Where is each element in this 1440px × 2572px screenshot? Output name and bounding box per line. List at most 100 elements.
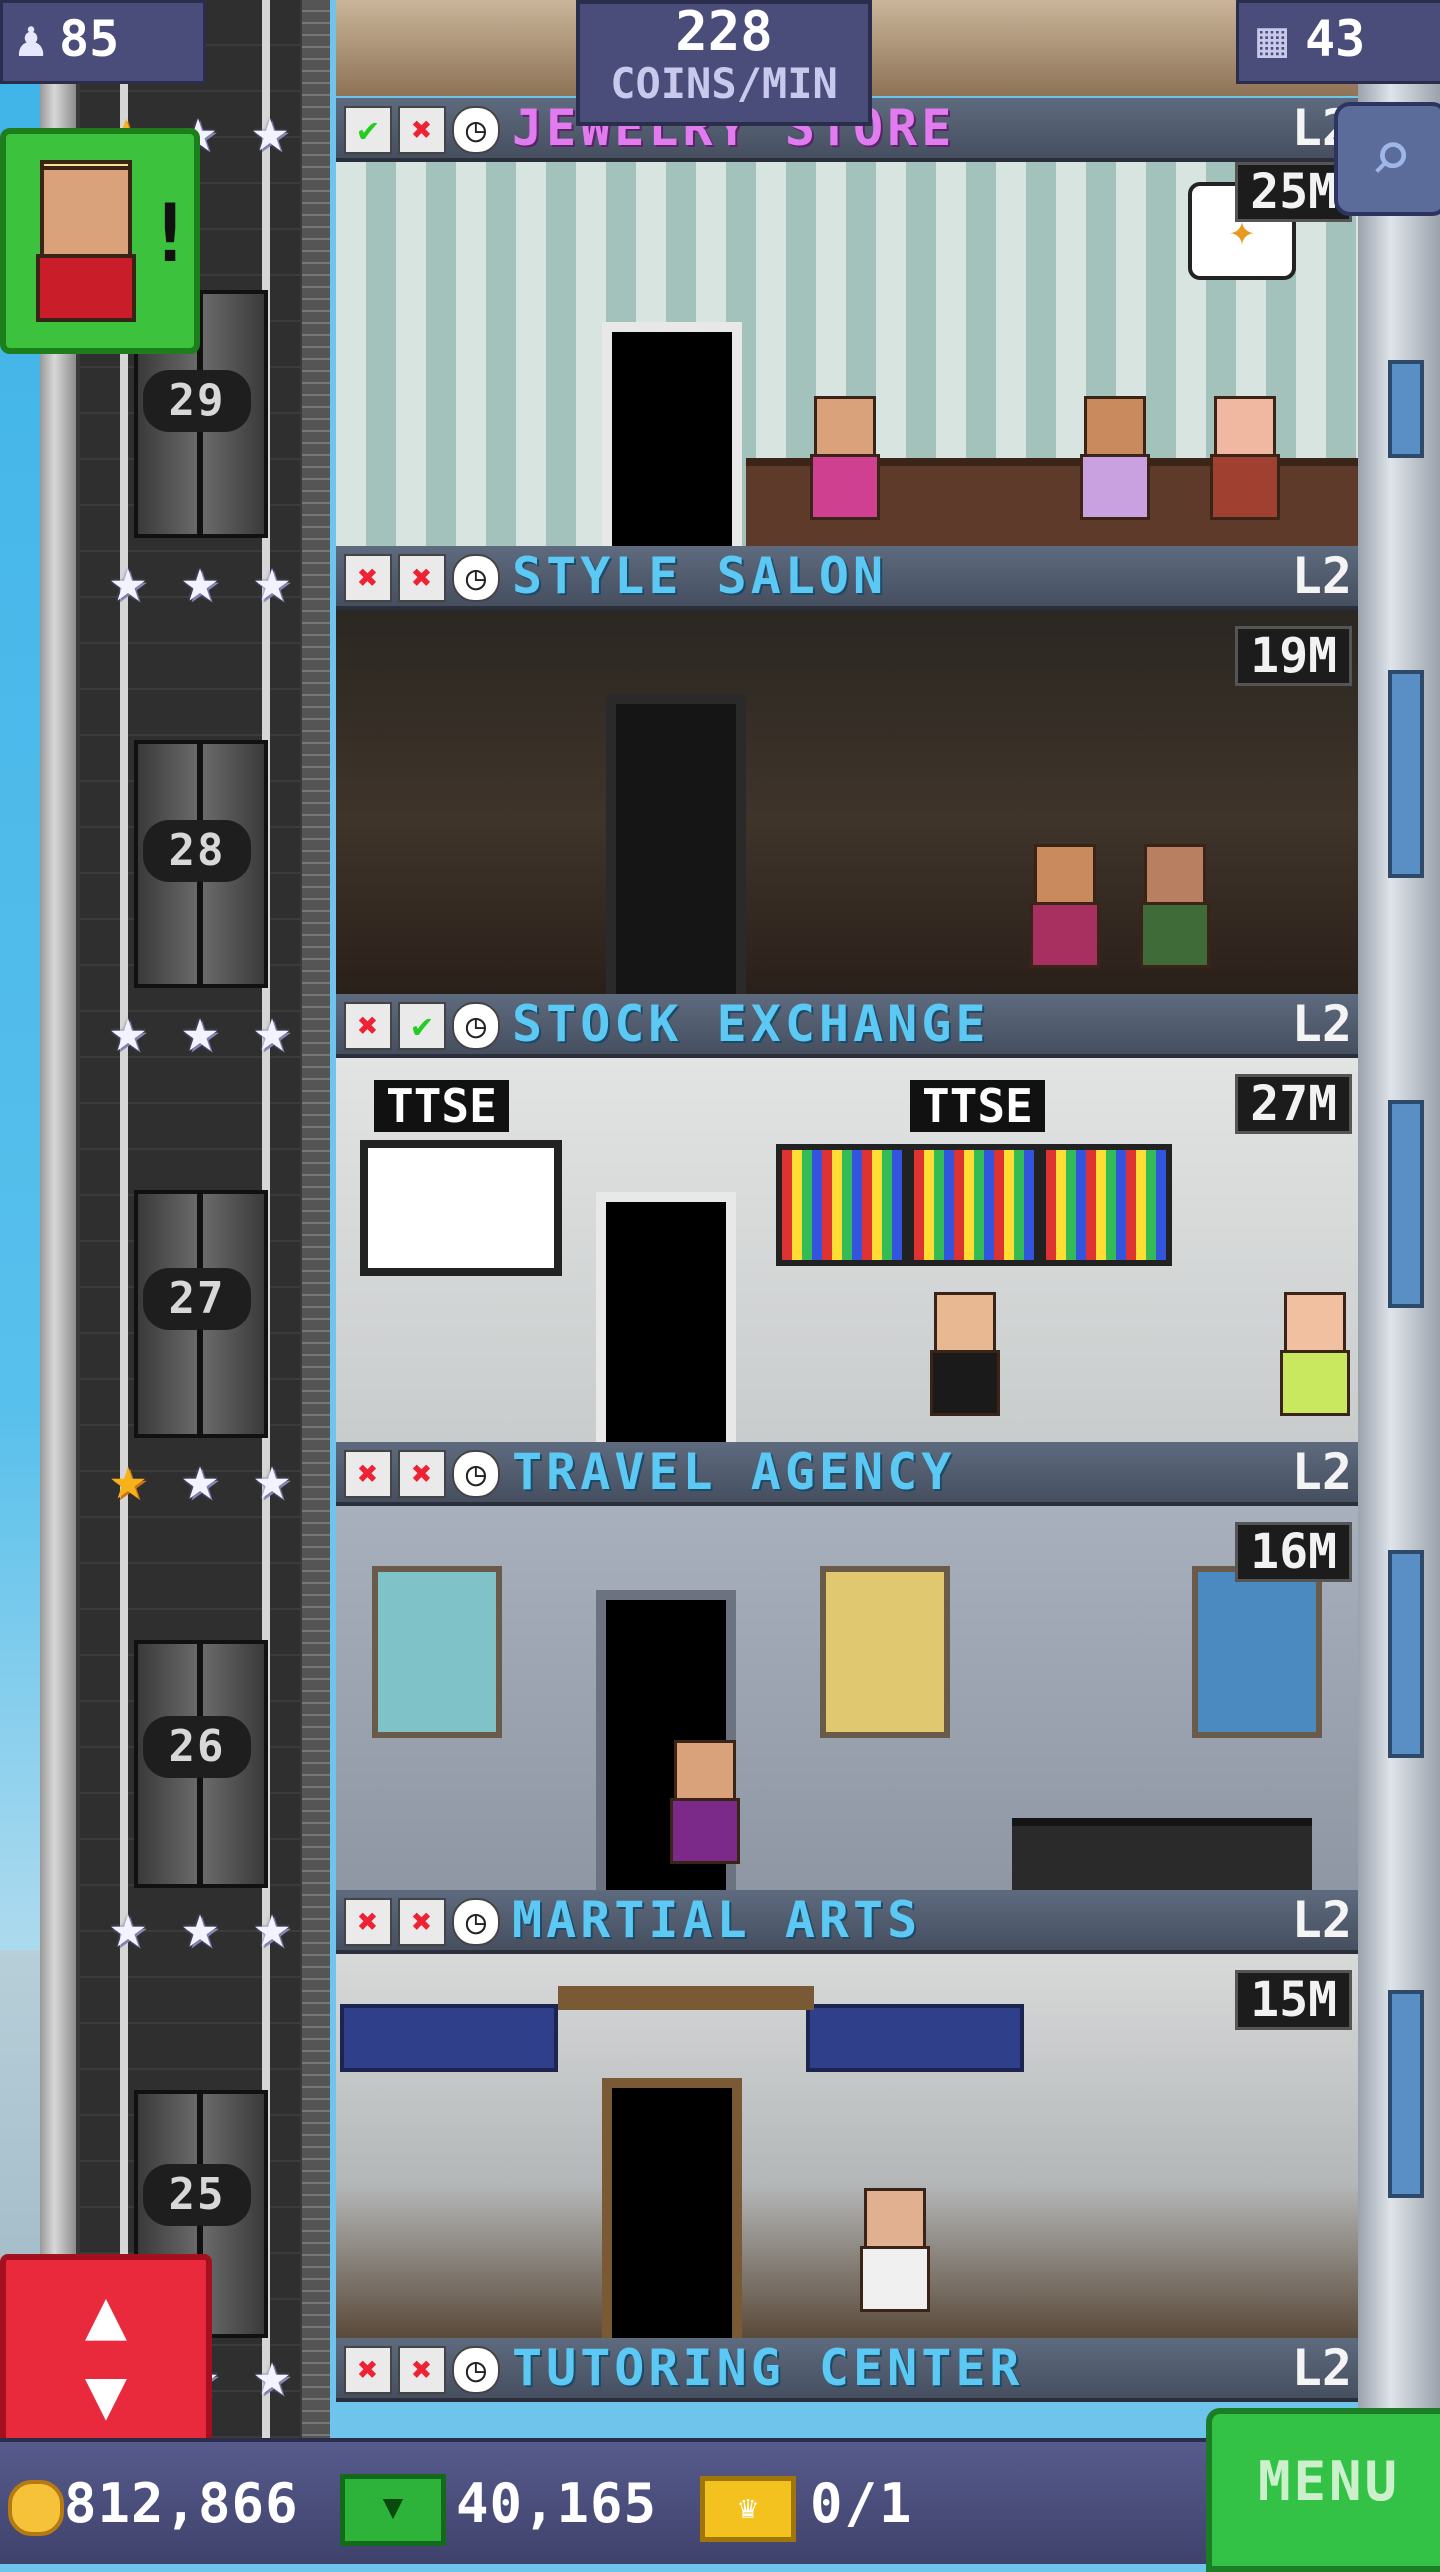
earnings-badge: 16M xyxy=(1235,1522,1352,1582)
visitor[interactable] xyxy=(1276,1292,1350,1422)
floor-name: TRAVEL AGENCY xyxy=(512,1443,956,1501)
stock-status: ✖ ✖ ◷ xyxy=(344,2346,500,2394)
stock-status: ✖ ✖ ◷ xyxy=(344,554,500,602)
coin-balance[interactable]: 812,866 xyxy=(64,2474,299,2534)
travel-desk xyxy=(1012,1818,1312,1890)
floor-name: STOCK EXCHANGE xyxy=(512,995,990,1053)
floor-stars: ★ ★ ★ xyxy=(94,1892,306,1962)
cross-icon: ✖ xyxy=(398,1898,446,1946)
earnings-badge: 27M xyxy=(1235,1074,1352,1134)
earnings-badge: 19M xyxy=(1235,626,1352,686)
menu-button[interactable]: MENU xyxy=(1206,2408,1440,2572)
elevator-cable xyxy=(120,0,128,2440)
person-icon: ♟ xyxy=(15,10,47,68)
cross-icon: ✖ xyxy=(344,554,392,602)
island-poster xyxy=(820,1566,950,1738)
resident[interactable] xyxy=(1026,844,1100,974)
floor-counter[interactable]: ▦ 43 xyxy=(1236,0,1440,84)
clock-icon: ◷ xyxy=(452,1450,500,1498)
earnings-badge: 15M xyxy=(1235,1970,1352,2030)
floor-header: ✖ ✖ ◷ STYLE SALON L2 xyxy=(336,546,1358,610)
resident[interactable] xyxy=(926,1292,1000,1422)
floor-name: TUTORING CENTER xyxy=(512,2339,1024,2397)
coin-icon xyxy=(8,2480,64,2536)
silver-star-icon: ★ xyxy=(253,543,291,616)
floor-number: 25 xyxy=(143,2164,251,2226)
shaft-rail xyxy=(40,0,76,2440)
resident[interactable] xyxy=(666,1740,740,1870)
building-window xyxy=(1388,360,1424,458)
exchange-sign: TTSE xyxy=(374,1080,509,1132)
floor-header: ✖ ✖ ◷ TUTORING CENTER L2 xyxy=(336,2338,1358,2402)
room-interior[interactable] xyxy=(336,1954,1358,2338)
room-interior[interactable]: TTSE TTSE xyxy=(336,1058,1358,1442)
floor-travel-agency[interactable]: ✖ ✖ ◷ TRAVEL AGENCY L2 16M xyxy=(336,1442,1358,1890)
floor-stars: ★ ★ ★ xyxy=(94,1444,306,1514)
check-icon: ✔ xyxy=(398,1002,446,1050)
beach-poster xyxy=(372,1566,502,1738)
zoom-button[interactable]: ⌕ xyxy=(1334,102,1440,216)
silver-star-icon: ★ xyxy=(253,2337,291,2410)
room-door xyxy=(606,694,746,994)
gold-star-icon: ★ xyxy=(109,1441,147,1514)
elevator-scroll-button[interactable]: ▲ ▼ xyxy=(0,2254,212,2452)
clock-icon: ◷ xyxy=(452,106,500,154)
floor-stock-exchange[interactable]: ✖ ✔ ◷ STOCK EXCHANGE L2 TTSE TTSE 27M xyxy=(336,994,1358,1442)
torii-gate xyxy=(558,1986,814,2010)
cross-icon: ✖ xyxy=(344,2346,392,2394)
resident[interactable] xyxy=(806,396,880,526)
stock-status: ✖ ✖ ◷ xyxy=(344,1450,500,1498)
tower-bux-icon: ▼ xyxy=(340,2474,446,2546)
clock-icon: ◷ xyxy=(452,2346,500,2394)
visitor[interactable] xyxy=(1206,396,1280,526)
building-icon: ▦ xyxy=(1256,10,1288,68)
coins-per-minute[interactable]: 228 COINS/MIN xyxy=(576,0,872,126)
floor-number: 26 xyxy=(143,1716,251,1778)
cross-icon: ✖ xyxy=(344,1450,392,1498)
vip-visitor-button[interactable]: ! xyxy=(0,128,200,354)
population-counter[interactable]: ♟ 85 xyxy=(0,0,206,84)
floor-level: L2 xyxy=(1291,995,1352,1053)
floor-header: ✖ ✖ ◷ TRAVEL AGENCY L2 xyxy=(336,1442,1358,1506)
building-window xyxy=(1388,1550,1424,1758)
floor-martial-arts[interactable]: ✖ ✖ ◷ MARTIAL ARTS L2 15M xyxy=(336,1890,1358,2338)
room-interior[interactable] xyxy=(336,610,1358,994)
silver-star-icon: ★ xyxy=(109,543,147,616)
floor-name: MARTIAL ARTS xyxy=(512,1891,922,1949)
ticket-count[interactable]: 0/1 xyxy=(810,2474,914,2534)
population-value: 85 xyxy=(59,10,120,68)
resident[interactable] xyxy=(1076,396,1150,526)
exchange-sign: TTSE xyxy=(910,1080,1045,1132)
cross-icon: ✖ xyxy=(398,1450,446,1498)
clock-icon: ◷ xyxy=(452,1002,500,1050)
magnifier-icon: ⌕ xyxy=(1369,114,1413,198)
coins-per-min-value: 228 xyxy=(675,0,773,63)
cross-icon: ✖ xyxy=(398,106,446,154)
cross-icon: ✖ xyxy=(344,1002,392,1050)
ticker-board xyxy=(776,1144,908,1266)
building-window xyxy=(1388,1990,1424,2198)
room-interior[interactable]: ✦ xyxy=(336,162,1358,546)
visitor-shirt xyxy=(36,254,136,322)
shaft-ladder xyxy=(302,0,330,2440)
silver-star-icon: ★ xyxy=(109,1889,147,1962)
floor-level: L2 xyxy=(1291,547,1352,605)
room-interior[interactable] xyxy=(336,1506,1358,1890)
silver-star-icon: ★ xyxy=(253,1441,291,1514)
cross-icon: ✖ xyxy=(398,2346,446,2394)
floor-count-value: 43 xyxy=(1305,10,1366,68)
floor-jewelry-store[interactable]: ✔ ✖ ◷ JEWELRY STORE L2 ✦ 25M xyxy=(336,98,1358,546)
stock-status: ✖ ✔ ◷ xyxy=(344,1002,500,1050)
floor-tutoring-center[interactable]: ✖ ✖ ◷ TUTORING CENTER L2 xyxy=(336,2338,1358,2438)
floor-header: ✖ ✖ ◷ MARTIAL ARTS L2 xyxy=(336,1890,1358,1954)
bux-balance[interactable]: 40,165 xyxy=(456,2474,657,2534)
silver-star-icon: ★ xyxy=(253,1889,291,1962)
alert-icon: ! xyxy=(146,187,195,280)
stock-chart-screen xyxy=(360,1140,562,1276)
dojo-banner xyxy=(340,2004,558,2072)
resident[interactable] xyxy=(856,2188,930,2318)
ticker-board xyxy=(908,1144,1040,1266)
floor-style-salon[interactable]: ✖ ✖ ◷ STYLE SALON L2 19M xyxy=(336,546,1358,994)
resident[interactable] xyxy=(1136,844,1210,974)
building-window xyxy=(1388,1100,1424,1308)
